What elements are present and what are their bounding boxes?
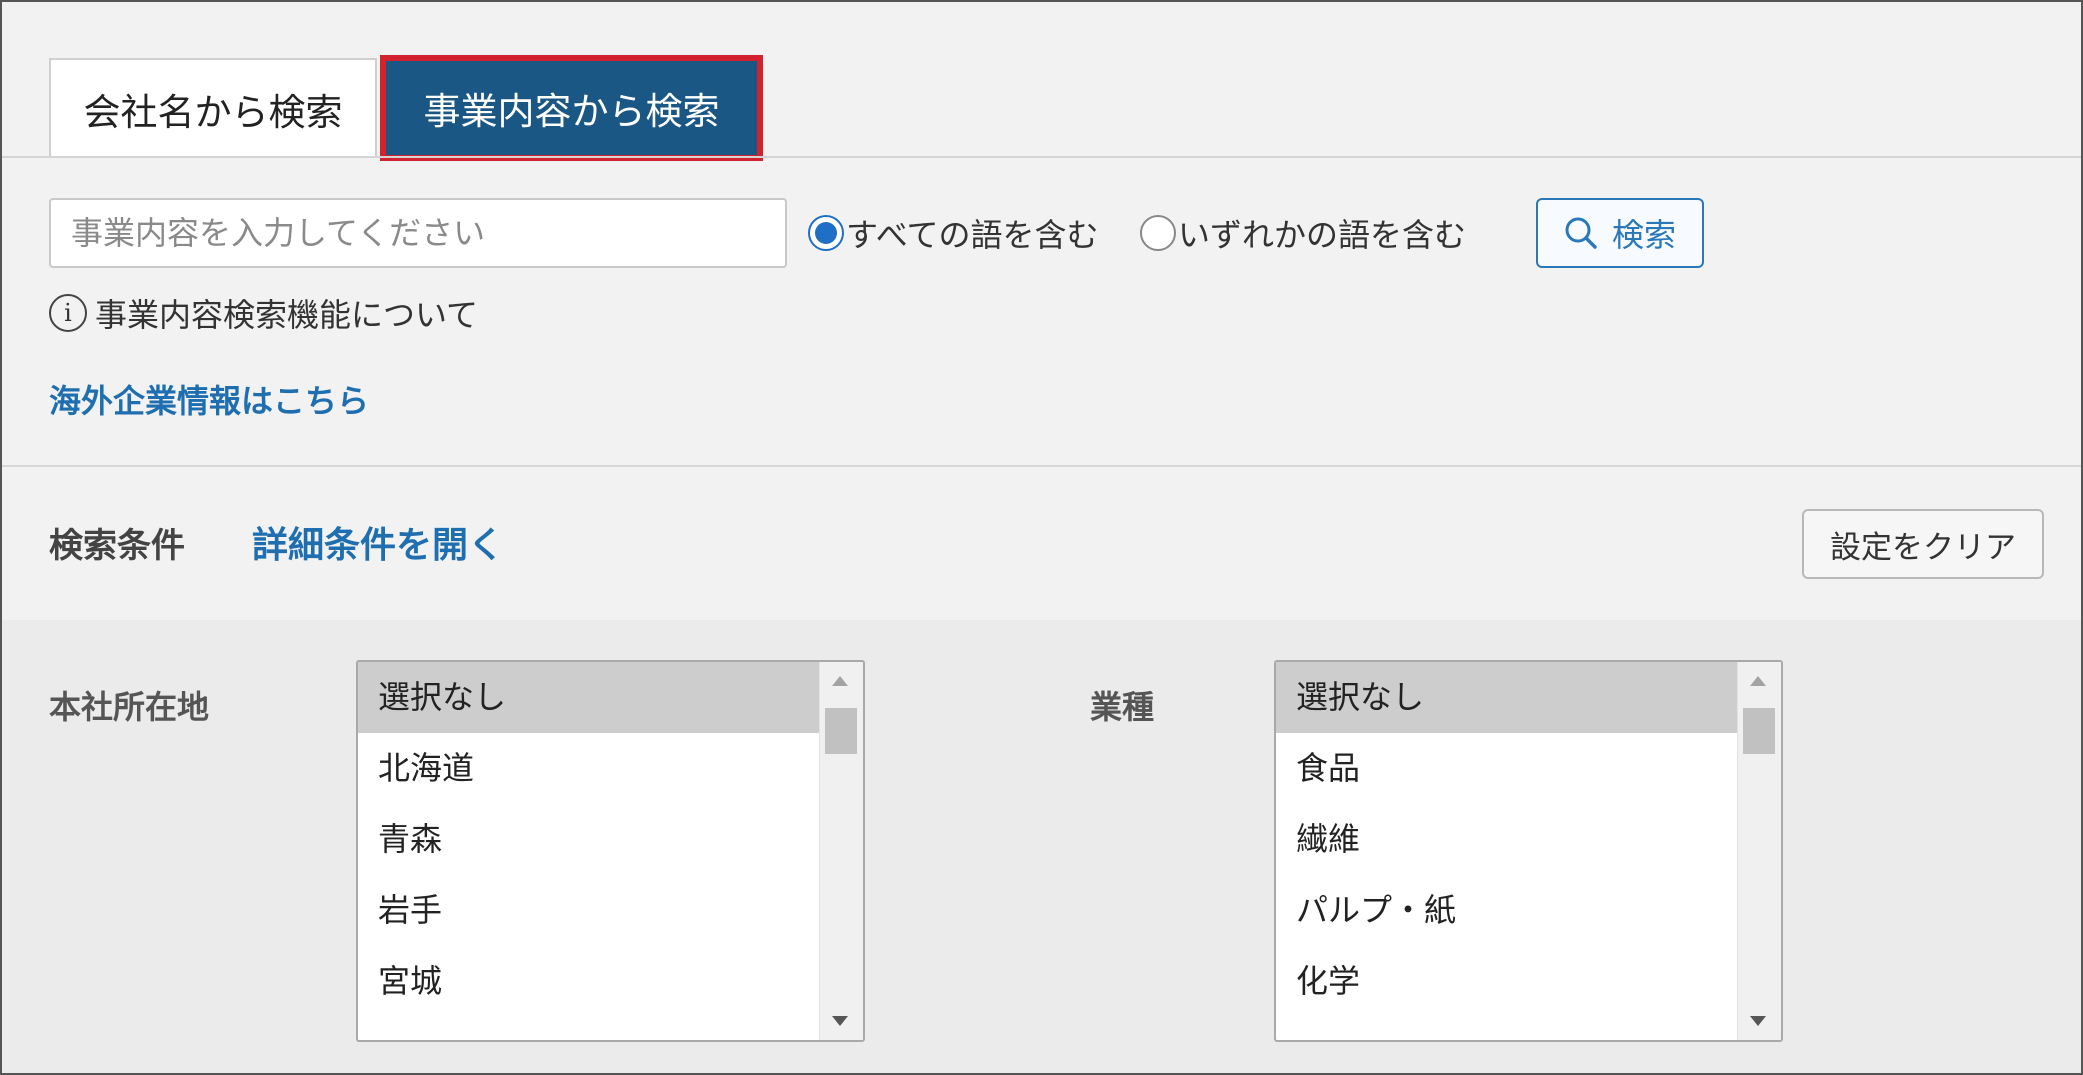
info-link[interactable]: i 事業内容検索機能について bbox=[49, 290, 478, 336]
clear-settings-button[interactable]: 設定をクリア bbox=[1802, 509, 2044, 579]
search-panel: 会社名から検索 事業内容から検索 すべての語を含む いずれかの語を含む 検索 i… bbox=[0, 0, 2083, 1075]
filter-area: 本社所在地 選択なし 北海道 青森 岩手 宮城 業種 選択なし 食品 繊維 パル… bbox=[2, 620, 2081, 1073]
radio-all-words-button[interactable] bbox=[808, 215, 844, 251]
location-label: 本社所在地 bbox=[49, 688, 210, 726]
radio-any-words-button[interactable] bbox=[1140, 215, 1176, 251]
tab-company-name[interactable]: 会社名から検索 bbox=[49, 58, 377, 158]
info-text: 事業内容検索機能について bbox=[95, 296, 479, 334]
industry-scrollbar[interactable] bbox=[1737, 662, 1781, 1040]
industry-option[interactable]: 食品 bbox=[1276, 733, 1781, 804]
tab-business-content-label: 事業内容から検索 bbox=[423, 90, 720, 133]
industry-option[interactable]: 選択なし bbox=[1276, 662, 1781, 733]
industry-option[interactable]: 化学 bbox=[1276, 946, 1781, 1017]
industry-label: 業種 bbox=[1090, 688, 1155, 726]
radio-any-words-label: いずれかの語を含む bbox=[1178, 216, 1467, 254]
location-scrollbar[interactable] bbox=[819, 662, 863, 1040]
industry-listbox[interactable]: 選択なし 食品 繊維 パルプ・紙 化学 bbox=[1274, 660, 1783, 1042]
radio-all-words[interactable]: すべての語を含む bbox=[808, 210, 1098, 256]
location-option[interactable]: 選択なし bbox=[358, 662, 863, 733]
scroll-down-arrow-icon[interactable] bbox=[1750, 1016, 1766, 1026]
industry-option[interactable]: パルプ・紙 bbox=[1276, 875, 1781, 946]
scroll-down-arrow-icon[interactable] bbox=[832, 1016, 848, 1026]
section-divider bbox=[2, 465, 2081, 467]
radio-all-words-label: すべての語を含む bbox=[846, 216, 1099, 254]
search-conditions-label: 検索条件 bbox=[49, 526, 185, 566]
search-button[interactable]: 検索 bbox=[1536, 198, 1704, 268]
scroll-thumb[interactable] bbox=[825, 708, 857, 754]
clear-settings-label: 設定をクリア bbox=[1830, 529, 2016, 566]
tab-company-name-label: 会社名から検索 bbox=[83, 91, 343, 134]
info-icon: i bbox=[49, 294, 87, 332]
scroll-up-arrow-icon[interactable] bbox=[1750, 676, 1766, 686]
location-option[interactable]: 青森 bbox=[358, 804, 863, 875]
location-listbox[interactable]: 選択なし 北海道 青森 岩手 宮城 bbox=[356, 660, 865, 1042]
overseas-companies-link[interactable]: 海外企業情報はこちら bbox=[49, 376, 369, 422]
industry-option[interactable]: 繊維 bbox=[1276, 804, 1781, 875]
open-detail-conditions-link[interactable]: 詳細条件を開く bbox=[252, 516, 504, 568]
search-button-label: 検索 bbox=[1611, 216, 1676, 254]
location-option[interactable]: 宮城 bbox=[358, 946, 863, 1017]
tab-underline bbox=[2, 156, 2081, 158]
tab-business-content[interactable]: 事業内容から検索 bbox=[380, 55, 763, 161]
search-icon bbox=[1565, 217, 1597, 249]
business-content-input[interactable] bbox=[49, 198, 787, 268]
location-option[interactable]: 岩手 bbox=[358, 875, 863, 946]
scroll-thumb[interactable] bbox=[1743, 708, 1775, 754]
radio-any-words[interactable]: いずれかの語を含む bbox=[1140, 210, 1466, 256]
location-option[interactable]: 北海道 bbox=[358, 733, 863, 804]
scroll-up-arrow-icon[interactable] bbox=[832, 676, 848, 686]
